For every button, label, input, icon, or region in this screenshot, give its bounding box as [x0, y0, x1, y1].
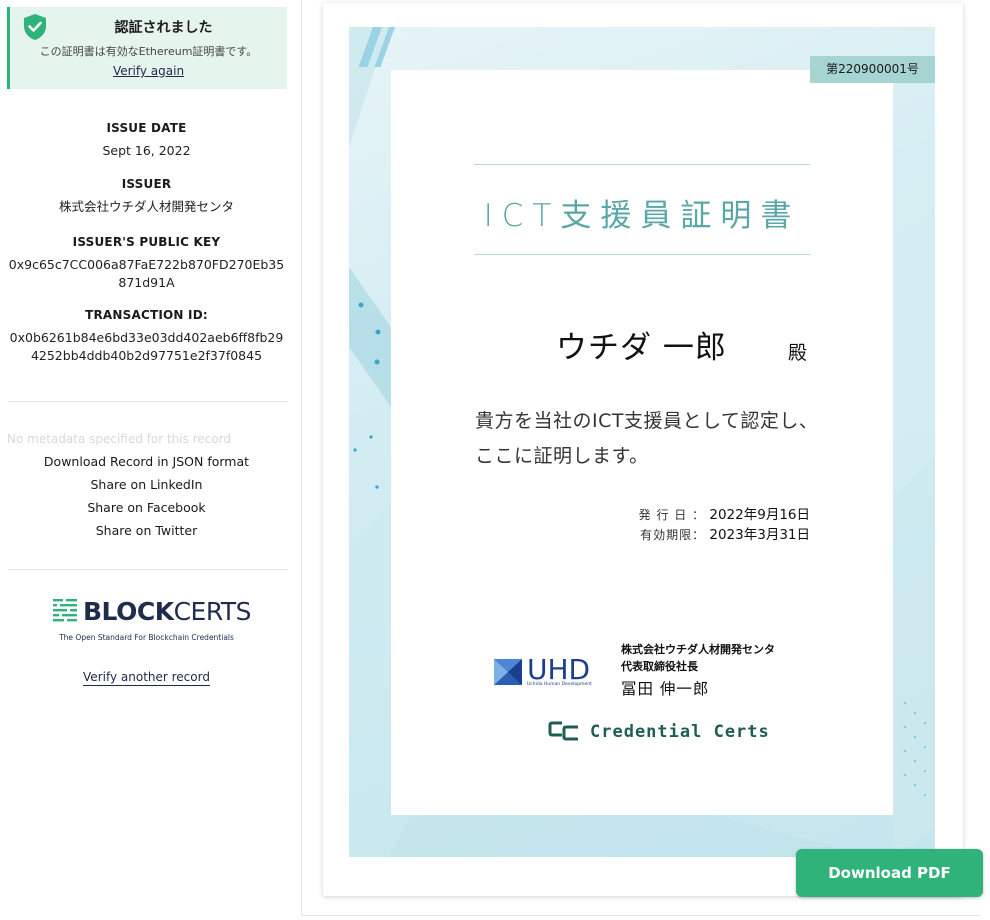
no-metadata-text: No metadata specified for this record	[7, 432, 232, 446]
certificate-number: 第220900001号	[810, 56, 935, 83]
recipient-honorific: 殿	[788, 342, 808, 364]
public-key-value: 0x9c65c7CC006a87FaE722b870FD270Eb35 871d…	[0, 256, 293, 292]
expiry-date-row: 有効期限： 2023年3月31日	[600, 523, 810, 543]
blockcerts-bold: BLOCK	[83, 597, 174, 626]
share-twitter-link[interactable]: Share on Twitter	[0, 523, 293, 538]
divider	[8, 401, 287, 402]
blockcerts-wordmark: BLOCKCERTS	[83, 597, 252, 626]
cert-ceo-name: 冨田 伸一郎	[621, 680, 710, 698]
cert-position: 代表取締役社長	[621, 660, 698, 673]
credential-certs-wordmark: Credential Certs	[590, 722, 770, 742]
uhd-subtitle: Uchida Human Development	[527, 682, 592, 687]
issuer-section: ISSUER 株式会社ウチダ人材開発センタ	[0, 177, 293, 216]
cert-company-name: 株式会社ウチダ人材開発センタ	[621, 643, 775, 656]
blockcerts-light: CERTS	[173, 597, 252, 626]
cert-expiry-value: 2023年3月31日	[709, 527, 810, 543]
cert-issue-label: 発 行 日 ：	[638, 508, 706, 522]
verify-another-link[interactable]: Verify another record	[83, 670, 210, 686]
public-key-label: ISSUER'S PUBLIC KEY	[72, 235, 221, 249]
credential-certs-mark-icon	[548, 721, 578, 741]
share-facebook-link[interactable]: Share on Facebook	[0, 500, 293, 515]
download-json-link[interactable]: Download Record in JSON format	[0, 454, 293, 469]
issue-date-label: ISSUE DATE	[106, 121, 187, 135]
certificate-title: ICT支援員証明書	[483, 198, 801, 234]
transaction-line-2: 4252bb4ddb40b2d97751e2f37f0845	[30, 348, 263, 363]
issuer-signature-block: 株式会社ウチダ人材開発センタ 代表取締役社長	[621, 641, 775, 675]
transaction-section: TRANSACTION ID: 0x0b6261b84e6bd33e03dd40…	[0, 308, 293, 365]
body-line-2: ここに証明します。	[475, 445, 649, 467]
recipient-name: ウチダ 一郎	[556, 330, 727, 366]
issue-date-value: Sept 16, 2022	[102, 143, 191, 158]
issuer-label: ISSUER	[121, 177, 172, 191]
verify-another-link-wrap: Verify another record	[0, 670, 293, 686]
blockcerts-logo: BLOCKCERTS	[53, 598, 252, 628]
title-rule-top	[474, 164, 810, 165]
verification-status-banner: 認証されました この証明書は有効なEthereum証明書です。 Verify a…	[7, 7, 287, 89]
verify-again-link[interactable]: Verify again	[10, 64, 287, 78]
divider	[8, 569, 287, 570]
issue-date-row: 発 行 日 ： 2022年9月16日	[600, 503, 810, 523]
issuer-value: 株式会社ウチダ人材開発センタ	[58, 199, 234, 214]
issue-date-section: ISSUE DATE Sept 16, 2022	[0, 121, 293, 160]
transaction-value: 0x0b6261b84e6bd33e03dd402aeb6ff8fb29 425…	[0, 329, 293, 365]
blockcerts-mark-icon	[53, 599, 77, 622]
content-border-bottom	[301, 915, 981, 916]
public-key-line-1: 0x9c65c7CC006a87FaE722b870FD270Eb35	[8, 257, 285, 272]
share-linkedin-link[interactable]: Share on LinkedIn	[0, 477, 293, 492]
blockcerts-tagline: The Open Standard For Blockchain Credent…	[59, 633, 234, 642]
title-rule-bottom	[474, 254, 810, 255]
content-border-left	[301, 0, 302, 916]
status-description: この証明書は有効なEthereum証明書です。	[39, 45, 258, 58]
status-title: 認証されました	[114, 20, 213, 36]
sidebar: 認証されました この証明書は有効なEthereum証明書です。 Verify a…	[0, 0, 293, 920]
transaction-label: TRANSACTION ID:	[85, 308, 208, 322]
download-pdf-button[interactable]: Download PDF	[796, 849, 983, 897]
cert-issue-value: 2022年9月16日	[709, 507, 810, 523]
cert-expiry-label: 有効期限：	[640, 528, 706, 542]
body-line-1: 貴方を当社のICT支援員として認定し、	[475, 410, 819, 432]
public-key-line-2: 871d91A	[118, 275, 175, 290]
transaction-line-1: 0x0b6261b84e6bd33e03dd402aeb6ff8fb29	[9, 330, 284, 345]
public-key-section: ISSUER'S PUBLIC KEY 0x9c65c7CC006a87FaE7…	[0, 235, 293, 292]
certificate-body: 貴方を当社のICT支援員として認定し、 ここに証明します。	[475, 404, 818, 474]
